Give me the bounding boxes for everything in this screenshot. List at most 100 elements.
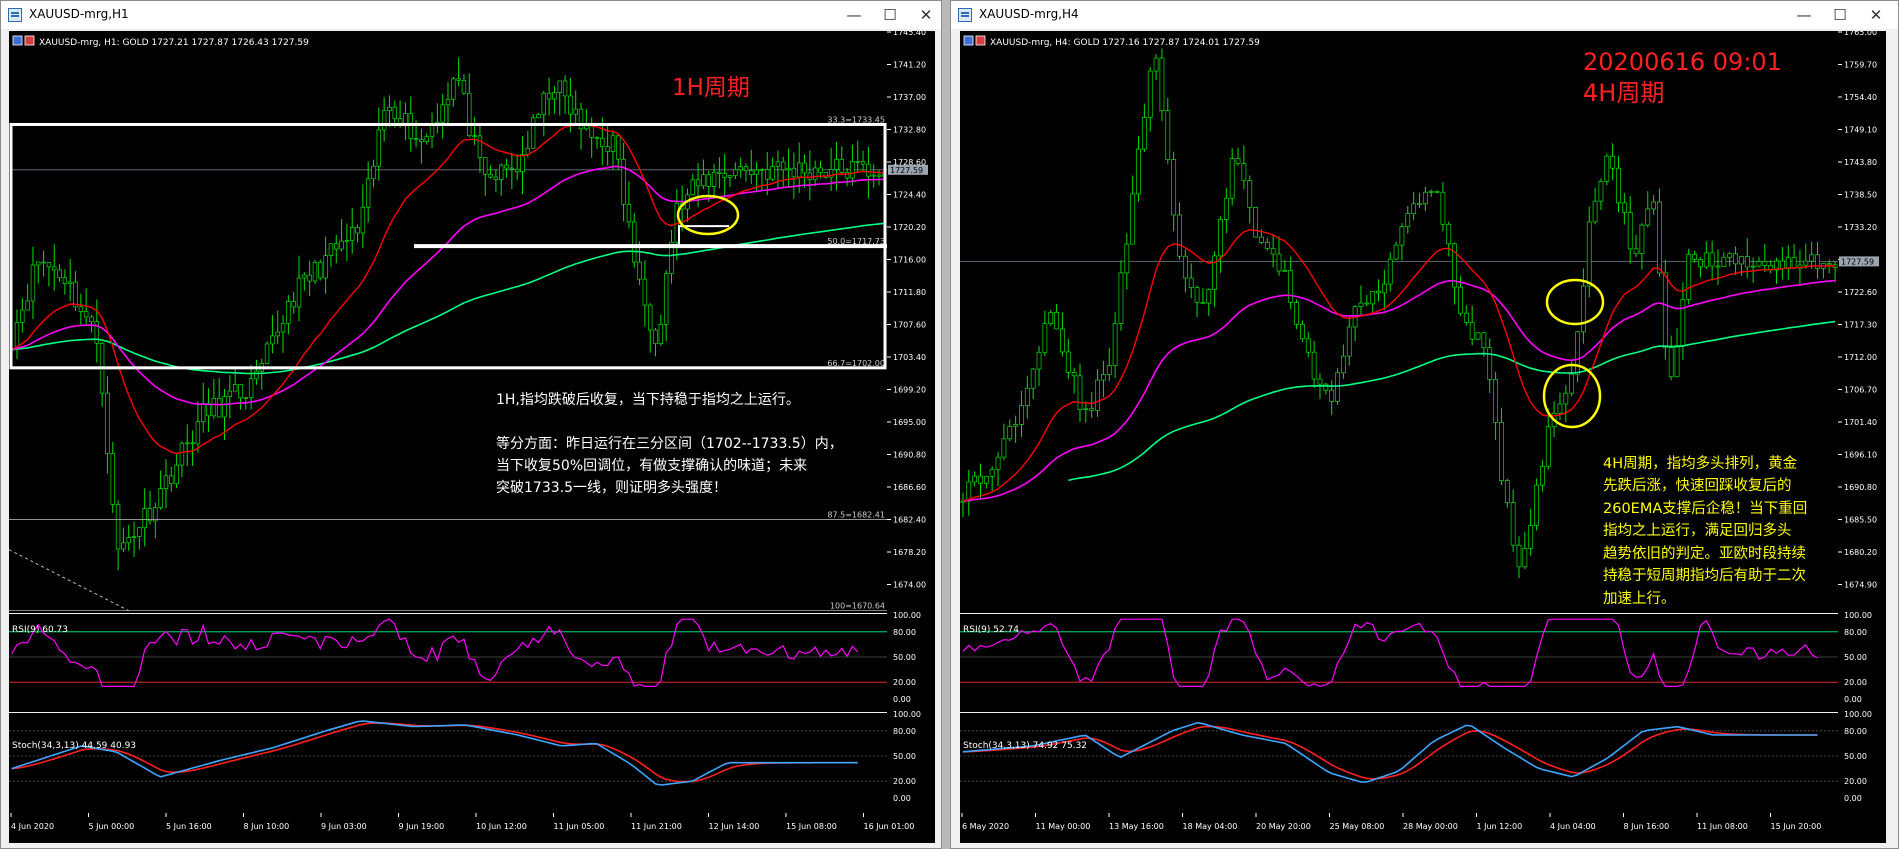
stoch-axis-label: 100.00 xyxy=(893,710,921,719)
time-tick-label: 18 May 04:00 xyxy=(1183,822,1238,831)
stoch-axis-label: 20.00 xyxy=(893,777,916,786)
note-2-line-3: 突破1733.5一线，则证明多头强度！ xyxy=(496,479,727,496)
rsi-axis-label: 20.00 xyxy=(1844,678,1867,687)
price-tick-label: 1682.40 xyxy=(893,516,926,525)
rsi-axis-label: 50.00 xyxy=(1844,653,1867,662)
time-tick-label: 4 Jun 04:00 xyxy=(1550,822,1596,831)
fib-level-label: 100=1670.64 xyxy=(830,602,885,611)
price-tick-label: 1706.70 xyxy=(1844,386,1877,395)
minimize-button[interactable]: — xyxy=(1789,1,1819,29)
chart-info-header: XAUUSD-mrg, H1: GOLD 1727.21 1727.87 172… xyxy=(12,35,309,48)
price-tick-label: 1717.30 xyxy=(1844,321,1877,330)
price-tick-label: 1759.70 xyxy=(1844,61,1877,70)
price-tick-label: 1733.20 xyxy=(1844,223,1877,232)
price-tick-label: 1765.00 xyxy=(1844,31,1877,37)
time-tick-label: 4 Jun 2020 xyxy=(11,822,54,831)
close-button[interactable]: ✕ xyxy=(1861,1,1891,29)
rsi-axis-label: 20.00 xyxy=(893,678,916,687)
minimize-button[interactable]: — xyxy=(839,1,869,29)
h4-chart-window[interactable]: XAUUSD-mrg,H4 — ☐ ✕ 1765.00 1759.70 1754.4… xyxy=(950,0,1899,849)
fib-level-label: 87.5=1682.41 xyxy=(827,510,885,519)
note-2-line-2: 当下收复50%回调位，有做支撑确认的味道；未来 xyxy=(496,457,807,474)
maximize-button[interactable]: ☐ xyxy=(1825,1,1855,29)
current-price-value: 1727.59 xyxy=(1841,257,1874,266)
price-tick-label: 1696.10 xyxy=(1844,451,1877,460)
time-tick-label: 12 Jun 14:00 xyxy=(709,822,760,831)
price-tick-label: 1701.40 xyxy=(1844,418,1877,427)
title-bar[interactable]: XAUUSD-mrg,H1 — ☐ ✕ xyxy=(1,1,941,29)
rsi-axis-label: 100.00 xyxy=(893,611,921,620)
price-tick-label: 1732.80 xyxy=(893,126,926,135)
time-tick-label: 11 Jun 05:00 xyxy=(554,822,605,831)
time-tick-label: 6 May 2020 xyxy=(962,822,1009,831)
price-tick-label: 1716.00 xyxy=(893,256,926,265)
price-tick-label: 1707.60 xyxy=(893,321,926,330)
note-line-4: 指均之上运行，满足回归多头 xyxy=(1603,522,1792,539)
current-price-value: 1727.59 xyxy=(890,166,923,175)
fib-level-label: 33.3=1733.45 xyxy=(827,115,885,124)
rsi-panel[interactable] xyxy=(9,614,887,712)
note-line-5: 趋势依旧的判定。亚欧时段持续 xyxy=(1603,545,1806,562)
time-tick-label: 11 Jun 21:00 xyxy=(631,822,682,831)
price-tick-label: 1674.00 xyxy=(893,581,926,590)
rsi-axis-label: 0.00 xyxy=(893,695,911,704)
stoch-axis-label: 50.00 xyxy=(1844,752,1867,761)
time-tick-label: 11 Jun 08:00 xyxy=(1697,822,1748,831)
note-1: 1H,指均跌破后收复，当下持稳于指均之上运行。 xyxy=(496,391,800,408)
chart-info: XAUUSD-mrg, H4: GOLD 1727.16 1727.87 172… xyxy=(990,38,1260,48)
price-tick-label: 1695.00 xyxy=(893,418,926,427)
price-tick-label: 1737.00 xyxy=(893,93,926,102)
stoch-axis-label: 80.00 xyxy=(893,727,916,736)
rsi-axis-label: 80.00 xyxy=(893,628,916,637)
window-title: XAUUSD-mrg,H4 xyxy=(979,7,1079,21)
time-tick-label: 13 May 16:00 xyxy=(1109,822,1164,831)
flag-icon xyxy=(24,35,35,46)
h1-chart-window[interactable]: XAUUSD-mrg,H1 — ☐ ✕ 33.3=1733.45 50.0=171… xyxy=(0,0,942,849)
chart-window-icon xyxy=(958,8,972,22)
rsi-panel[interactable] xyxy=(960,614,1838,712)
time-tick-label: 25 May 08:00 xyxy=(1330,822,1385,831)
price-tick-label: 1678.20 xyxy=(893,548,926,557)
stoch-axis-label: 0.00 xyxy=(1844,794,1862,803)
price-tick-label: 1724.40 xyxy=(893,191,926,200)
note-line-1: 4H周期，指均多头排列，黄金 xyxy=(1603,455,1798,472)
symbol-icon xyxy=(963,35,974,46)
stoch-label: Stoch(34,3,13) 44.59 40.93 xyxy=(12,741,136,751)
rsi-axis-label: 0.00 xyxy=(1844,695,1862,704)
note-line-2: 先跌后涨，快速回踩收复后的 xyxy=(1603,476,1792,494)
price-tick-label: 1685.50 xyxy=(1844,516,1877,525)
time-tick-label: 8 Jun 16:00 xyxy=(1624,822,1670,831)
stoch-axis-label: 0.00 xyxy=(893,794,911,803)
note-2-line-1: 等分方面：昨日运行在三分区间（1702--1733.5）内， xyxy=(496,435,843,452)
flag-icon xyxy=(975,35,986,46)
note-line-7: 加速上行。 xyxy=(1603,590,1676,607)
stoch-axis-label: 80.00 xyxy=(1844,727,1867,736)
note-line-3: 260EMA支撑后企稳！当下重回 xyxy=(1603,499,1807,517)
time-tick-label: 9 Jun 19:00 xyxy=(399,822,445,831)
time-tick-label: 11 May 00:00 xyxy=(1036,822,1091,831)
maximize-button[interactable]: ☐ xyxy=(875,1,905,29)
price-tick-label: 1720.20 xyxy=(893,223,926,232)
price-tick-label: 1703.40 xyxy=(893,353,926,362)
title-bar[interactable]: XAUUSD-mrg,H4 — ☐ ✕ xyxy=(951,1,1898,29)
close-button[interactable]: ✕ xyxy=(911,1,941,29)
price-tick-label: 1690.80 xyxy=(893,451,926,460)
fib-level-label: 50.0=1717.73 xyxy=(827,237,885,246)
price-tick-label: 1738.50 xyxy=(1844,191,1877,200)
stoch-axis-label: 20.00 xyxy=(1844,777,1867,786)
chart-window-icon xyxy=(8,8,22,22)
h4-price-chart[interactable]: 1765.00 1759.70 1754.40 1749.10 1743.80 1738.… xyxy=(960,31,1886,843)
stoch-panel[interactable] xyxy=(960,713,1838,813)
rsi-axis-label: 100.00 xyxy=(1844,611,1872,620)
h1-price-chart[interactable]: 33.3=1733.45 50.0=1717.73 66.7=1702.00 87.5… xyxy=(9,31,935,843)
price-tick-label: 1743.80 xyxy=(1844,158,1877,167)
rsi-label: RSI(9) 52.74 xyxy=(963,625,1019,635)
price-tick-label: 1745.40 xyxy=(893,31,926,37)
stoch-axis-label: 100.00 xyxy=(1844,710,1872,719)
date-label: 20200616 09:01 xyxy=(1583,48,1782,76)
price-tick-label: 1722.60 xyxy=(1844,288,1877,297)
time-tick-label: 5 Jun 00:00 xyxy=(89,822,135,831)
symbol-icon xyxy=(12,35,23,46)
price-tick-label: 1712.00 xyxy=(1844,353,1877,362)
period-label: 4H周期 xyxy=(1583,79,1664,107)
